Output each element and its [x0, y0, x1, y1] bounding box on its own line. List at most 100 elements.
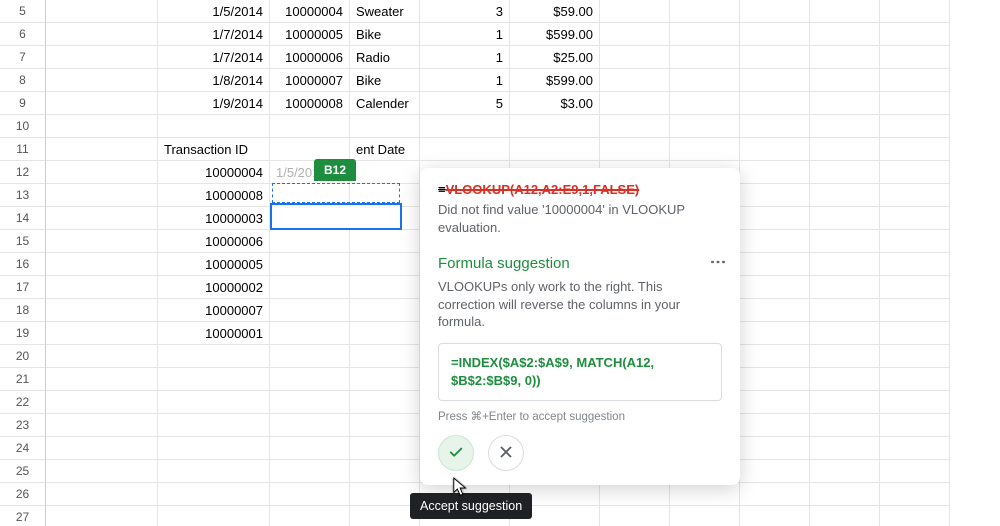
cell[interactable] — [880, 506, 950, 526]
cell[interactable] — [158, 460, 270, 483]
cell[interactable] — [880, 368, 950, 391]
cell[interactable] — [46, 414, 158, 437]
cell[interactable] — [270, 276, 350, 299]
row-header[interactable]: 20 — [0, 345, 46, 368]
cell[interactable]: 10000007 — [270, 69, 350, 92]
cell[interactable] — [158, 391, 270, 414]
cell[interactable] — [880, 322, 950, 345]
cell[interactable] — [880, 253, 950, 276]
cell[interactable] — [740, 230, 810, 253]
row-header[interactable]: 27 — [0, 506, 46, 526]
cell[interactable] — [880, 23, 950, 46]
cell[interactable] — [350, 115, 420, 138]
row-header[interactable]: 23 — [0, 414, 46, 437]
cell[interactable]: 3 — [420, 0, 510, 23]
cell[interactable] — [740, 253, 810, 276]
cell[interactable]: $25.00 — [510, 46, 600, 69]
cell[interactable] — [810, 460, 880, 483]
cell[interactable] — [46, 506, 158, 526]
cell[interactable] — [270, 460, 350, 483]
cell[interactable] — [810, 437, 880, 460]
row-header[interactable]: 13 — [0, 184, 46, 207]
cell[interactable] — [740, 460, 810, 483]
cell[interactable] — [600, 483, 670, 506]
cell[interactable] — [600, 69, 670, 92]
cell[interactable] — [810, 115, 880, 138]
row-header[interactable]: 16 — [0, 253, 46, 276]
cell[interactable] — [350, 230, 420, 253]
cell[interactable] — [350, 276, 420, 299]
cell[interactable] — [46, 138, 158, 161]
cell[interactable] — [740, 69, 810, 92]
cell[interactable] — [46, 207, 158, 230]
cell[interactable] — [880, 46, 950, 69]
cell[interactable]: 10000001 — [158, 322, 270, 345]
cell[interactable] — [350, 368, 420, 391]
cell[interactable] — [880, 345, 950, 368]
cell[interactable] — [810, 368, 880, 391]
cell[interactable] — [270, 299, 350, 322]
cell[interactable] — [670, 0, 740, 23]
cell[interactable] — [46, 391, 158, 414]
cell[interactable] — [810, 23, 880, 46]
cell[interactable] — [670, 92, 740, 115]
row-header[interactable]: 25 — [0, 460, 46, 483]
row-header[interactable]: 22 — [0, 391, 46, 414]
cell[interactable] — [46, 299, 158, 322]
row-header[interactable]: 11 — [0, 138, 46, 161]
cell[interactable] — [46, 322, 158, 345]
cell[interactable] — [810, 322, 880, 345]
cell[interactable] — [740, 161, 810, 184]
cell[interactable] — [740, 322, 810, 345]
cell[interactable] — [350, 253, 420, 276]
cell[interactable]: ent Date — [350, 138, 420, 161]
suggested-formula[interactable]: =INDEX($A$2:$A$9, MATCH(A12, $B$2:$B$9, … — [438, 343, 722, 401]
row-header[interactable]: 24 — [0, 437, 46, 460]
cell[interactable] — [740, 483, 810, 506]
cell[interactable] — [46, 161, 158, 184]
cell[interactable]: Transaction ID — [158, 138, 270, 161]
accept-suggestion-button[interactable] — [438, 435, 474, 471]
cell[interactable] — [46, 92, 158, 115]
cell[interactable] — [158, 437, 270, 460]
cell[interactable] — [46, 368, 158, 391]
cell[interactable] — [158, 368, 270, 391]
cell[interactable] — [46, 23, 158, 46]
cell[interactable]: 1/5/2014 — [158, 0, 270, 23]
cell[interactable] — [270, 115, 350, 138]
cell[interactable]: 10000006 — [158, 230, 270, 253]
cell[interactable]: Radio — [350, 46, 420, 69]
cell[interactable] — [46, 46, 158, 69]
cell[interactable] — [810, 483, 880, 506]
cell[interactable]: Bike — [350, 23, 420, 46]
cell[interactable] — [810, 276, 880, 299]
cell[interactable] — [740, 299, 810, 322]
cell[interactable] — [810, 46, 880, 69]
cell[interactable] — [46, 345, 158, 368]
cell[interactable] — [810, 230, 880, 253]
row-header[interactable]: 21 — [0, 368, 46, 391]
cell[interactable] — [810, 345, 880, 368]
cell[interactable] — [880, 0, 950, 23]
cell[interactable]: 1/9/2014 — [158, 92, 270, 115]
cell[interactable] — [350, 460, 420, 483]
row-header[interactable]: 9 — [0, 92, 46, 115]
cell[interactable]: 10000002 — [158, 276, 270, 299]
cell[interactable]: Calender — [350, 92, 420, 115]
cell[interactable] — [670, 115, 740, 138]
cell[interactable] — [670, 23, 740, 46]
cell[interactable] — [810, 414, 880, 437]
cell[interactable] — [46, 276, 158, 299]
cell[interactable] — [740, 0, 810, 23]
cell[interactable] — [46, 69, 158, 92]
cell[interactable] — [350, 437, 420, 460]
cell[interactable]: $599.00 — [510, 69, 600, 92]
cell[interactable] — [46, 184, 158, 207]
cell[interactable]: 1 — [420, 46, 510, 69]
cell[interactable] — [810, 161, 880, 184]
cell[interactable] — [810, 207, 880, 230]
cell[interactable] — [158, 414, 270, 437]
cell[interactable] — [740, 92, 810, 115]
cell[interactable] — [350, 345, 420, 368]
cell[interactable] — [880, 69, 950, 92]
